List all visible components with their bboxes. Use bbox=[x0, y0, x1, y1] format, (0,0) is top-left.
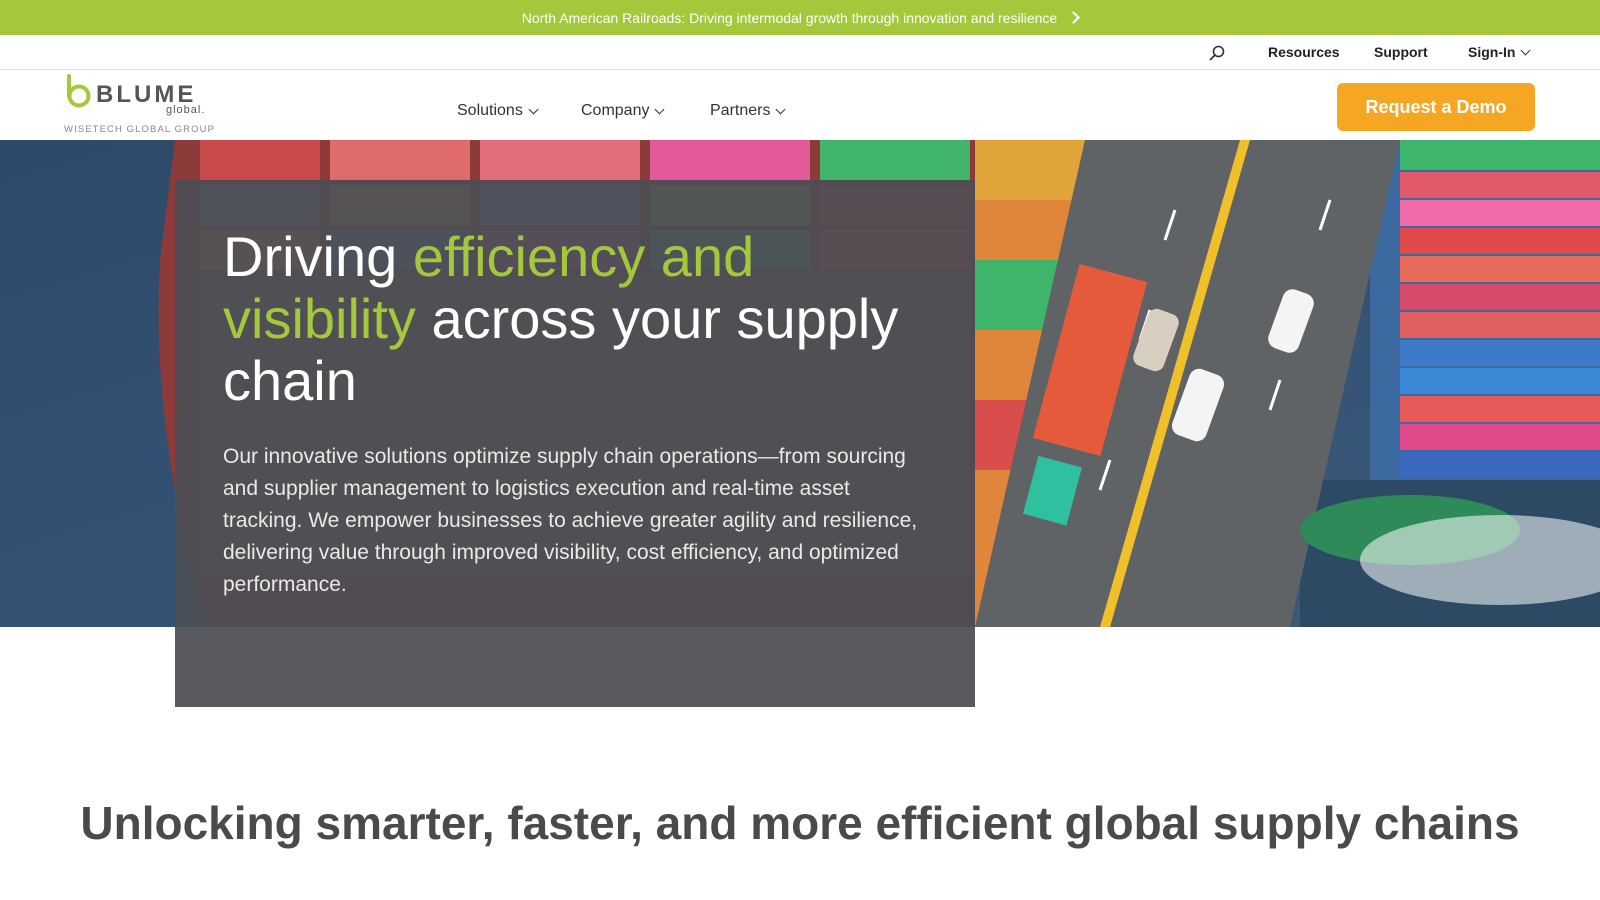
hero-title: Driving efficiency and visibility across… bbox=[223, 226, 943, 412]
main-navigation: BLUME global. WISETECH GLOBAL GROUP Solu… bbox=[0, 70, 1600, 140]
hero-description: Our innovative solutions optimize supply… bbox=[223, 445, 918, 596]
support-link[interactable]: Support bbox=[1374, 44, 1428, 60]
chevron-right-icon bbox=[1067, 11, 1081, 24]
chevron-down-icon bbox=[528, 104, 539, 114]
signin-menu[interactable]: Sign-In bbox=[1468, 44, 1531, 60]
chevron-down-icon bbox=[1520, 45, 1531, 55]
nav-partners[interactable]: Partners bbox=[710, 102, 786, 120]
logo-mark-icon bbox=[67, 74, 91, 108]
nav-solutions[interactable]: Solutions bbox=[457, 102, 539, 120]
announcement-text: North American Railroads: Driving interm… bbox=[521, 9, 1058, 26]
section-title: Unlocking smarter, faster, and more effi… bbox=[80, 797, 1520, 849]
chevron-down-icon bbox=[776, 104, 786, 114]
chevron-down-icon bbox=[655, 104, 665, 114]
hero-title-part1: Driving bbox=[223, 225, 413, 288]
nav-company[interactable]: Company bbox=[581, 102, 665, 120]
blume-logo[interactable]: BLUME global. WISETECH GLOBAL GROUP bbox=[64, 72, 214, 138]
search-icon[interactable] bbox=[1208, 44, 1226, 62]
request-demo-button[interactable]: Request a Demo bbox=[1337, 83, 1535, 131]
resources-link[interactable]: Resources bbox=[1268, 44, 1340, 60]
signin-label: Sign-In bbox=[1468, 44, 1516, 60]
announcement-bar[interactable]: North American Railroads: Driving interm… bbox=[0, 0, 1600, 35]
nav-company-label: Company bbox=[581, 102, 650, 119]
nav-solutions-label: Solutions bbox=[457, 102, 523, 119]
brand-suffix: global. bbox=[166, 104, 206, 116]
hero-card: Driving efficiency and visibility across… bbox=[175, 180, 975, 707]
nav-partners-label: Partners bbox=[710, 102, 771, 119]
brand-tagline: WISETECH GLOBAL GROUP bbox=[64, 124, 216, 135]
utility-bar: Resources Support Sign-In bbox=[0, 35, 1600, 70]
